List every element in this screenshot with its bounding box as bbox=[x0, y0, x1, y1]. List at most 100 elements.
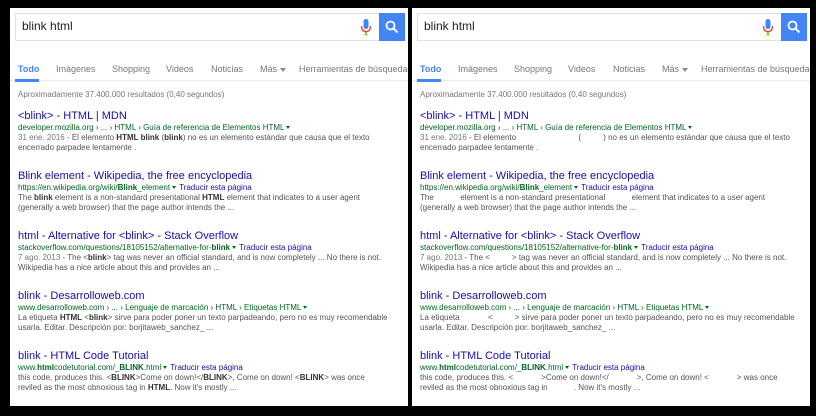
snippet-text: - El elemento bbox=[64, 133, 117, 142]
result-url-text[interactable]: stackoverflow.com/questions/18105152/alt… bbox=[420, 243, 613, 252]
tab-videos[interactable]: Videos bbox=[166, 64, 193, 74]
result-url-text[interactable]: www.desarrolloweb.com › ... › Lenguaje d… bbox=[420, 303, 703, 312]
caret-down-icon[interactable] bbox=[163, 366, 168, 370]
result-url: https://en.wikipedia.org/wiki/Blink_elem… bbox=[420, 183, 806, 193]
snippet-text: ... bbox=[606, 323, 616, 332]
snippet-highlight: blink bbox=[87, 253, 107, 262]
translate-link[interactable]: Traducir esta página bbox=[170, 363, 243, 372]
result-url-text[interactable]: https://en.wikipedia.org/wiki/ bbox=[420, 183, 520, 192]
caret-down-icon[interactable] bbox=[172, 186, 177, 190]
caret-down-icon[interactable] bbox=[232, 246, 237, 250]
snippet-text: ) no es un elemento estándar que causa q… bbox=[182, 133, 370, 142]
search-result: blink - Desarrolloweb.com www.desarrollo… bbox=[18, 289, 404, 349]
snippet-highlight: blink bbox=[164, 133, 183, 142]
search-button[interactable] bbox=[379, 13, 405, 41]
snippet-text: > tag was never an official standard, an… bbox=[511, 253, 787, 262]
translate-link[interactable]: Traducir esta página bbox=[641, 243, 714, 252]
result-url-text[interactable]: https://en.wikipedia.org/wiki/ bbox=[18, 183, 118, 192]
result-url-text[interactable]: developer.mozilla.org › ... › HTML › Guí… bbox=[18, 123, 284, 132]
search-result: html - Alternative for <blink> - Stack O… bbox=[420, 229, 806, 289]
result-url-text[interactable]: codetutorial.com/_ bbox=[54, 363, 119, 372]
result-snippet: 31 ene. 2016 - El elemento HTML blink (b… bbox=[18, 133, 404, 143]
result-snippet: The element is a non-standard presentati… bbox=[420, 193, 806, 203]
snippet-text: borjitaweb_sanchez_ bbox=[129, 323, 205, 332]
snippet-text: - El elemento bbox=[466, 133, 519, 142]
result-url-text[interactable]: www. bbox=[18, 363, 37, 372]
result-title[interactable]: Blink element - Wikipedia, the free ency… bbox=[420, 169, 806, 183]
tab-more-label: Más bbox=[662, 64, 680, 74]
tab-images[interactable]: Imágenes bbox=[458, 64, 498, 74]
translate-link[interactable]: Traducir esta página bbox=[581, 183, 654, 192]
result-url-highlight[interactable]: html bbox=[37, 363, 54, 372]
result-url-highlight[interactable]: html bbox=[439, 363, 456, 372]
snippet-text: > was once bbox=[736, 373, 778, 382]
tab-news[interactable]: Noticias bbox=[613, 64, 645, 74]
tab-all[interactable]: Todo bbox=[18, 64, 39, 74]
snippet-highlight: blink bbox=[34, 193, 53, 202]
snippet-text: ... bbox=[204, 323, 214, 332]
tab-shopping[interactable]: Shopping bbox=[514, 64, 552, 74]
caret-down-icon[interactable] bbox=[286, 126, 291, 130]
result-title[interactable]: html - Alternative for <blink> - Stack O… bbox=[18, 229, 404, 243]
tab-shopping[interactable]: Shopping bbox=[112, 64, 150, 74]
result-url-highlight[interactable]: BLINK bbox=[119, 363, 143, 372]
microphone-icon[interactable] bbox=[762, 18, 774, 36]
result-snippet-line2: encerrado parpadee lentamente . bbox=[18, 143, 137, 152]
caret-down-icon[interactable] bbox=[688, 126, 693, 130]
result-title[interactable]: <blink> - HTML | MDN bbox=[18, 109, 404, 123]
translate-link[interactable]: Traducir esta página bbox=[239, 243, 312, 252]
snippet-text: - The < bbox=[60, 253, 88, 262]
result-title[interactable]: Blink element - Wikipedia, the free ency… bbox=[18, 169, 404, 183]
snippet-text: < bbox=[82, 313, 89, 322]
tab-search-tools[interactable]: Herramientas de búsqueda bbox=[701, 64, 810, 74]
result-url: www.desarrolloweb.com › ... › Lenguaje d… bbox=[18, 303, 404, 313]
tab-search-tools[interactable]: Herramientas de búsqueda bbox=[299, 64, 408, 74]
result-url-highlight[interactable]: blink bbox=[613, 243, 632, 252]
result-url-text[interactable]: .html bbox=[144, 363, 161, 372]
result-title[interactable]: blink - HTML Code Tutorial bbox=[18, 349, 404, 363]
result-url-text[interactable]: .html bbox=[546, 363, 563, 372]
result-title[interactable]: blink - Desarrolloweb.com bbox=[18, 289, 404, 303]
search-input[interactable]: blink html bbox=[22, 19, 73, 33]
result-url-text[interactable]: www. bbox=[420, 363, 439, 372]
result-url-highlight[interactable]: Blink bbox=[520, 183, 540, 192]
result-snippet: The blink element is a non-standard pres… bbox=[18, 193, 404, 203]
result-snippet: this code, produces this. < >Come on down… bbox=[420, 373, 806, 383]
result-url-text[interactable]: developer.mozilla.org › ... › HTML › Guí… bbox=[420, 123, 686, 132]
result-url-highlight[interactable]: Blink bbox=[118, 183, 138, 192]
result-url-highlight[interactable]: blink bbox=[211, 243, 230, 252]
microphone-icon[interactable] bbox=[360, 18, 372, 36]
tab-more[interactable]: Más bbox=[662, 64, 689, 74]
search-result: blink - HTML Code Tutorial www.htmlcodet… bbox=[18, 349, 404, 406]
caret-down-icon[interactable] bbox=[303, 306, 308, 310]
tab-videos[interactable]: Videos bbox=[568, 64, 595, 74]
result-title[interactable]: blink - Desarrolloweb.com bbox=[420, 289, 806, 303]
result-url-highlight[interactable]: BLINK bbox=[521, 363, 545, 372]
search-input[interactable]: blink html bbox=[424, 19, 475, 33]
snippet-highlight: BLINK bbox=[111, 373, 136, 382]
tab-news[interactable]: Noticias bbox=[211, 64, 243, 74]
result-url-text[interactable]: www.desarrolloweb.com › ... › Lenguaje d… bbox=[18, 303, 301, 312]
tab-all[interactable]: Todo bbox=[420, 64, 441, 74]
caret-down-icon[interactable] bbox=[565, 366, 570, 370]
translate-link[interactable]: Traducir esta página bbox=[572, 363, 645, 372]
caret-down-icon[interactable] bbox=[634, 246, 639, 250]
result-title[interactable]: blink - HTML Code Tutorial bbox=[420, 349, 806, 363]
result-url-text[interactable]: stackoverflow.com/questions/18105152/alt… bbox=[18, 243, 211, 252]
result-title[interactable]: <blink> - HTML | MDN bbox=[420, 109, 806, 123]
search-result: <blink> - HTML | MDN developer.mozilla.o… bbox=[420, 109, 806, 169]
tab-images[interactable]: Imágenes bbox=[56, 64, 96, 74]
result-url-text[interactable]: _element bbox=[137, 183, 170, 192]
result-url-text[interactable]: _element bbox=[539, 183, 572, 192]
result-url: www.desarrolloweb.com › ... › Lenguaje d… bbox=[420, 303, 806, 313]
result-title[interactable]: html - Alternative for <blink> - Stack O… bbox=[420, 229, 806, 243]
caret-down-icon[interactable] bbox=[574, 186, 579, 190]
search-result: Blink element - Wikipedia, the free ency… bbox=[420, 169, 806, 229]
search-button[interactable] bbox=[781, 13, 807, 41]
snippet-text: La etiqueta bbox=[18, 313, 60, 322]
tab-more[interactable]: Más bbox=[260, 64, 287, 74]
result-snippet: La etiqueta HTML <blink> sirve para pode… bbox=[18, 313, 404, 323]
translate-link[interactable]: Traducir esta página bbox=[179, 183, 252, 192]
caret-down-icon[interactable] bbox=[705, 306, 710, 310]
result-url-text[interactable]: codetutorial.com/_ bbox=[456, 363, 521, 372]
